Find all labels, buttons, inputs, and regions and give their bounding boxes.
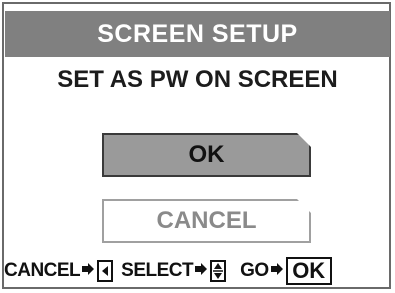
cancel-option-label: CANCEL (156, 207, 257, 234)
arrow-right-icon (270, 260, 284, 282)
button-corner (297, 133, 311, 147)
arrow-right-icon (194, 260, 208, 282)
ok-key-icon: OK (285, 257, 332, 285)
dialog-prompt: SET AS PW ON SCREEN (57, 66, 338, 93)
left-arrow-key-icon (97, 260, 114, 282)
go-hint-label: GO (240, 260, 269, 281)
ok-option-label: OK (188, 141, 225, 168)
button-hint-bar: CANCEL SELECT GO OK (4, 255, 390, 287)
ok-option-button[interactable]: OK (102, 133, 311, 177)
select-hint-label: SELECT (121, 260, 194, 281)
go-hint: GO OK (240, 257, 332, 285)
dialog-title: SCREEN SETUP (5, 11, 390, 57)
arrow-right-icon (81, 260, 95, 282)
camera-screen: SCREEN SETUP SET AS PW ON SCREEN OK CANC… (0, 0, 395, 293)
cancel-hint: CANCEL (4, 260, 114, 282)
cancel-hint-label: CANCEL (4, 260, 81, 281)
up-down-arrow-key-icon (210, 260, 227, 282)
select-hint: SELECT (121, 260, 227, 282)
button-corner (297, 199, 311, 213)
cancel-option-button[interactable]: CANCEL (102, 199, 311, 243)
